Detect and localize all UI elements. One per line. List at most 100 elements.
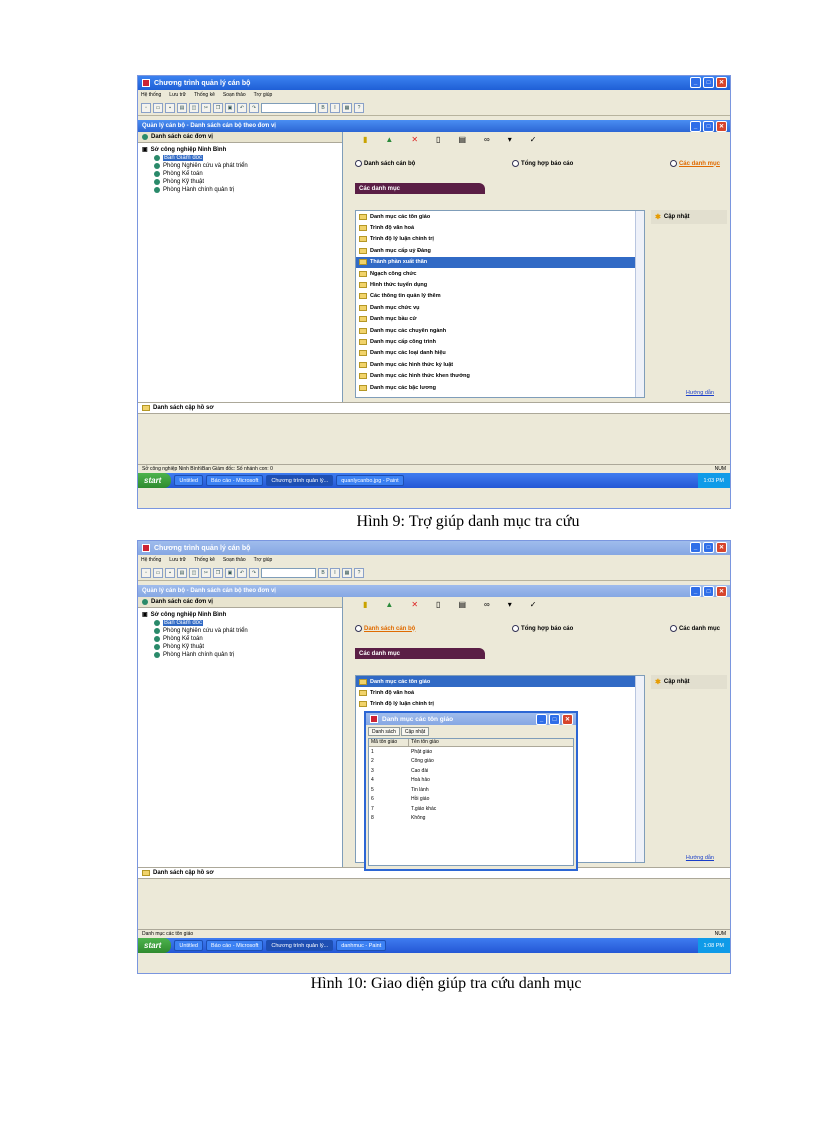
table-row[interactable]: 1 Phật giáo [369, 747, 573, 757]
close-button[interactable]: ✕ [716, 77, 727, 88]
help-icon[interactable]: ? [354, 102, 364, 113]
inner-maximize-button[interactable]: □ [703, 121, 714, 132]
tree-item-technical[interactable]: Phòng Kỹ thuật [138, 178, 342, 186]
tree-item-board[interactable]: Ban Giám đốc [138, 619, 342, 627]
paste-icon[interactable]: ▣ [225, 102, 235, 113]
table-row[interactable]: 2 Công giáo [369, 757, 573, 767]
radio-report-summary[interactable]: Tổng hợp báo cáo [512, 160, 573, 167]
menu-storage[interactable]: Lưu trữ [169, 92, 186, 98]
maximize-button[interactable]: □ [703, 77, 714, 88]
tree-item-technical[interactable]: Phòng Kỹ thuật [138, 643, 342, 651]
taskbar-item[interactable]: Báo cáo - Microsoft [206, 940, 264, 951]
update-action[interactable]: ✱ Cập nhật [651, 675, 727, 689]
category-item[interactable]: Danh mục các hình thức kỷ luật [356, 359, 644, 370]
tree-item-board[interactable]: Ban Giám đốc [138, 154, 342, 162]
radio-categories[interactable]: Các danh mục [669, 625, 720, 632]
dialog-close-button[interactable]: ✕ [562, 714, 573, 725]
print-icon[interactable]: ▤ [177, 567, 187, 578]
font-combo[interactable] [261, 567, 316, 578]
table-row[interactable]: 5 Tin lành [369, 785, 573, 795]
taskbar-item[interactable]: Untitled [174, 475, 203, 486]
scrollbar[interactable] [635, 676, 644, 862]
printer-icon[interactable]: ▤ [458, 600, 466, 609]
table-icon[interactable]: ▦ [342, 567, 352, 578]
category-item[interactable]: Trình độ văn hoá [356, 687, 644, 698]
delete-icon[interactable]: ✕ [411, 135, 418, 144]
category-item[interactable]: Hình thức tuyển dụng [356, 279, 644, 290]
category-item[interactable]: Danh mục các tôn giáo [356, 211, 644, 222]
taskbar-item[interactable]: Chương trình quản lý... [266, 475, 334, 486]
minimize-button[interactable]: _ [690, 542, 701, 553]
update-action[interactable]: ✱ Cập nhật [651, 210, 727, 224]
tab-list[interactable]: Danh sách [368, 727, 400, 736]
preview-icon[interactable]: ◫ [189, 567, 199, 578]
undo-icon[interactable]: ↶ [237, 102, 247, 113]
category-item[interactable]: Danh mục các hình thức khen thưởng [356, 370, 644, 381]
help-icon[interactable]: ? [354, 567, 364, 578]
scrollbar[interactable] [635, 211, 644, 397]
tree-item-admin[interactable]: Phòng Hành chính quản trị [138, 186, 342, 194]
category-item[interactable]: Thành phần xuất thân [356, 256, 644, 268]
save-icon[interactable]: ▪ [165, 567, 175, 578]
tree-item-admin[interactable]: Phòng Hành chính quản trị [138, 651, 342, 659]
tree-item-rnd[interactable]: Phòng Nghiên cứu và phát triển [138, 627, 342, 635]
category-item[interactable]: Danh mục các tôn giáo [356, 676, 644, 688]
open-icon[interactable]: ▭ [153, 567, 163, 578]
radio-report-summary[interactable]: Tổng hợp báo cáo [512, 625, 573, 632]
cut-icon[interactable]: ✂ [201, 102, 211, 113]
tree-item-accounting[interactable]: Phòng Kế toán [138, 635, 342, 643]
table-icon[interactable]: ▦ [342, 102, 352, 113]
close-button[interactable]: ✕ [716, 542, 727, 553]
start-button[interactable]: start [138, 473, 172, 488]
taskbar-item[interactable]: danhmuc - Paint [336, 940, 387, 951]
tool-icon[interactable]: ▾ [508, 600, 512, 609]
redo-icon[interactable]: ↷ [249, 102, 259, 113]
cut-icon[interactable]: ✂ [201, 567, 211, 578]
table-row[interactable]: 7 T.giáo khác [369, 804, 573, 814]
binoculars-icon[interactable]: ∞ [484, 600, 490, 609]
menu-compose[interactable]: Soạn thảo [223, 92, 246, 98]
category-item[interactable]: Các thông tin quản lý thêm [356, 291, 644, 302]
menu-statistics[interactable]: Thống kê [194, 557, 215, 563]
table-row[interactable]: 3 Cao đài [369, 766, 573, 776]
tree-root[interactable]: ▣ Sở công nghiệp Ninh Bình [138, 143, 342, 154]
save-icon[interactable]: ▪ [165, 102, 175, 113]
italic-icon[interactable]: I [330, 567, 340, 578]
print-icon[interactable]: ▤ [177, 102, 187, 113]
category-item[interactable]: Trình độ lý luận chính trị [356, 699, 644, 710]
menu-help[interactable]: Trợ giúp [254, 92, 273, 98]
taskbar-item[interactable]: Báo cáo - Microsoft [206, 475, 264, 486]
document-icon[interactable]: ▯ [436, 600, 440, 609]
dialog-minimize-button[interactable]: _ [536, 714, 547, 725]
new-icon[interactable]: ▫ [141, 567, 151, 578]
category-item[interactable]: Danh mục cấp uỷ Đảng [356, 245, 644, 256]
inner-maximize-button[interactable]: □ [703, 586, 714, 597]
radio-staff-list[interactable]: Danh sách cán bộ [355, 160, 415, 167]
help-link[interactable]: Hướng dẫn [686, 390, 714, 396]
copy-icon[interactable]: ❐ [213, 102, 223, 113]
menu-help[interactable]: Trợ giúp [254, 557, 273, 563]
preview-icon[interactable]: ◫ [189, 102, 199, 113]
menu-compose[interactable]: Soạn thảo [223, 557, 246, 563]
redo-icon[interactable]: ↷ [249, 567, 259, 578]
inner-minimize-button[interactable]: _ [690, 121, 701, 132]
radio-categories[interactable]: Các danh mục [669, 160, 720, 167]
tree-icon[interactable]: ▲ [385, 600, 393, 609]
tab-update[interactable]: Cập nhật [400, 727, 430, 736]
copy-icon[interactable]: ❐ [213, 567, 223, 578]
category-item[interactable]: Danh mục chức vụ [356, 302, 644, 313]
check-icon[interactable]: ✓ [530, 135, 537, 144]
bold-icon[interactable]: B [318, 567, 328, 578]
table-row[interactable]: 8 Không [369, 814, 573, 824]
category-item[interactable]: Trình độ lý luận chính trị [356, 234, 644, 245]
category-item[interactable]: Danh mục các bậc lương [356, 382, 644, 393]
check-icon[interactable]: ✓ [530, 600, 537, 609]
dialog-maximize-button[interactable]: □ [549, 714, 560, 725]
new-record-icon[interactable]: ▮ [363, 600, 367, 609]
table-row[interactable]: 4 Hoà hảo [369, 776, 573, 786]
bold-icon[interactable]: B [318, 102, 328, 113]
taskbar-item[interactable]: quanlycanbo.jpg - Paint [336, 475, 404, 486]
open-icon[interactable]: ▭ [153, 102, 163, 113]
printer-icon[interactable]: ▤ [458, 135, 466, 144]
inner-minimize-button[interactable]: _ [690, 586, 701, 597]
